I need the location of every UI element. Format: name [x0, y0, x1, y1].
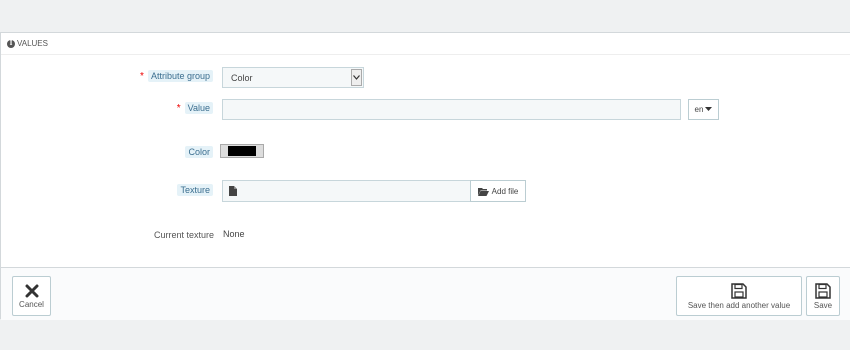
- add-file-button[interactable]: Add file: [470, 180, 526, 202]
- required-mark: *: [140, 71, 144, 82]
- info-icon: i: [7, 39, 15, 48]
- color-swatch-fill: [228, 146, 256, 156]
- language-code: en: [694, 105, 704, 114]
- current-texture-value: None: [223, 229, 245, 239]
- value-label-text: Value: [184, 102, 213, 114]
- values-panel: i VALUES * Attribute group Color * Value e…: [0, 32, 850, 320]
- attribute-group-label: * Attribute group: [140, 70, 213, 82]
- cancel-button[interactable]: Cancel: [12, 276, 51, 316]
- file-icon: [222, 180, 244, 202]
- texture-file-input[interactable]: [243, 180, 471, 202]
- save-and-add-label: Save then add another value: [687, 300, 791, 310]
- texture-label: Texture: [177, 184, 213, 196]
- attribute-group-label-text: Attribute group: [147, 70, 213, 82]
- caret-down-icon: [705, 107, 713, 111]
- save-icon: [731, 282, 747, 299]
- add-file-label: Add file: [491, 186, 519, 196]
- attribute-group-value: Color: [231, 72, 253, 83]
- cancel-label: Cancel: [19, 299, 44, 309]
- close-icon: [25, 284, 38, 297]
- save-and-add-button[interactable]: Save then add another value: [676, 276, 802, 316]
- save-button[interactable]: Save: [806, 276, 840, 316]
- panel-title: VALUES: [17, 39, 48, 48]
- language-dropdown-button[interactable]: en: [688, 99, 719, 120]
- chevron-down-icon: [351, 69, 362, 86]
- panel-heading: i VALUES: [1, 33, 850, 55]
- color-label: Color: [185, 146, 213, 158]
- texture-label-text: Texture: [177, 184, 213, 196]
- color-picker[interactable]: [220, 144, 264, 158]
- save-label: Save: [813, 300, 833, 310]
- attribute-group-select[interactable]: Color: [222, 67, 364, 88]
- required-mark: *: [176, 103, 181, 114]
- panel-footer: Cancel Save then add another value Save: [1, 267, 850, 320]
- value-input[interactable]: [222, 99, 681, 120]
- folder-open-icon: [477, 187, 489, 196]
- save-icon: [815, 282, 831, 299]
- color-label-text: Color: [185, 146, 213, 158]
- value-label: * Value: [176, 102, 213, 114]
- current-texture-label: Current texture: [153, 230, 214, 240]
